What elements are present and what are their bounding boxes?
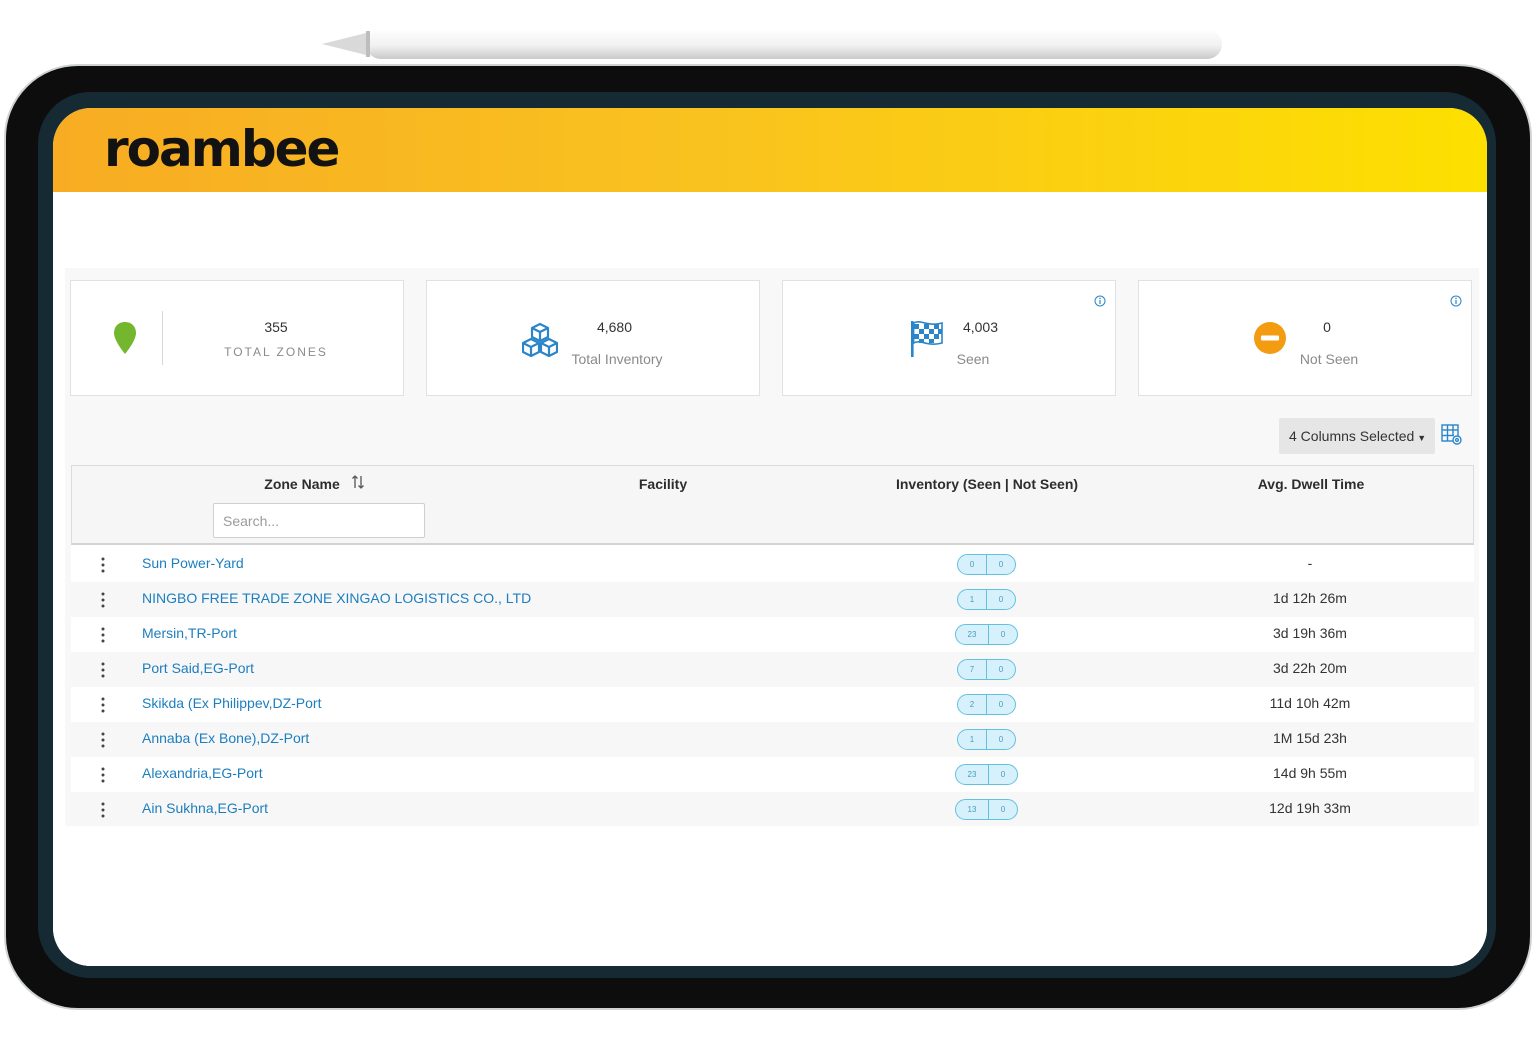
- not-seen-count: 0: [998, 735, 1004, 744]
- column-header-inventory[interactable]: Inventory (Seen | Not Seen): [872, 476, 1102, 492]
- avg-dwell-time: -: [1307, 555, 1313, 571]
- table-row[interactable]: Sun Power-Yard 00 -: [71, 547, 1474, 582]
- zone-name-link[interactable]: Sun Power-Yard: [142, 555, 244, 571]
- total-zones-label: TOTAL ZONES: [224, 345, 328, 359]
- more-options-icon[interactable]: [95, 766, 111, 784]
- zone-name-link[interactable]: Skikda (Ex Philippev,DZ-Port: [142, 695, 321, 711]
- app-header: roambee: [53, 108, 1487, 192]
- zone-search-input[interactable]: [213, 503, 425, 538]
- total-inventory-value: 4,680: [596, 319, 633, 335]
- zone-name-link[interactable]: Annaba (Ex Bone),DZ-Port: [142, 730, 309, 746]
- column-header-facility[interactable]: Facility: [590, 476, 736, 492]
- app-screen: roambee 355 TOTAL ZONES 4,680 Total Inve…: [53, 108, 1487, 966]
- more-options-icon[interactable]: [95, 696, 111, 714]
- inventory-pill: 00: [957, 554, 1016, 575]
- info-icon[interactable]: [1094, 295, 1106, 307]
- inventory-pill: 70: [957, 659, 1016, 680]
- table-header: Zone Name Facility Inventory (Seen | Not…: [71, 465, 1474, 545]
- not-seen-label: Not Seen: [1299, 351, 1359, 367]
- seen-count: 0: [958, 555, 987, 574]
- inventory-pill: 10: [957, 729, 1016, 750]
- stylus-pencil: [322, 29, 1222, 59]
- seen-value: 4,003: [962, 319, 999, 335]
- zone-name-link[interactable]: Port Said,EG-Port: [142, 660, 254, 676]
- map-pin-icon: [114, 322, 136, 354]
- table-row[interactable]: Port Said,EG-Port 70 3d 22h 20m: [71, 652, 1474, 687]
- table-settings-icon[interactable]: [1441, 424, 1463, 446]
- inventory-pill: 10: [957, 589, 1016, 610]
- not-seen-count: 0: [998, 560, 1004, 569]
- inventory-pill: 23 0: [955, 624, 1018, 645]
- seen-count: 1: [958, 590, 987, 609]
- empty-screen-area: [53, 826, 1487, 966]
- avg-dwell-time: 1d 12h 26m: [1273, 590, 1347, 606]
- seen-count: 23: [956, 765, 989, 784]
- boxes-icon: [522, 322, 558, 357]
- not-seen-count: 0: [1000, 805, 1006, 814]
- zone-name-link[interactable]: Mersin,TR-Port: [142, 625, 237, 641]
- avg-dwell-time: 11d 10h 42m: [1269, 695, 1351, 711]
- more-options-icon[interactable]: [95, 591, 111, 609]
- seen-label: Seen: [956, 351, 990, 367]
- table-row[interactable]: Skikda (Ex Philippev,DZ-Port 20 11d 10h …: [71, 687, 1474, 722]
- seen-count: 2: [958, 695, 987, 714]
- not-seen-count: 0: [998, 700, 1004, 709]
- inventory-pill: 13 0: [955, 799, 1018, 820]
- not-seen-count: 0: [998, 665, 1004, 674]
- more-options-icon[interactable]: [95, 661, 111, 679]
- avg-dwell-time: 3d 22h 20m: [1273, 660, 1347, 676]
- device-mockup: roambee 355 TOTAL ZONES 4,680 Total Inve…: [0, 0, 1536, 1038]
- seen-count: 13: [956, 800, 989, 819]
- seen-count: 1: [958, 730, 987, 749]
- not-seen-count: 0: [998, 595, 1004, 604]
- zone-name-link[interactable]: NINGBO FREE TRADE ZONE XINGAO LOGISTICS …: [142, 590, 531, 606]
- columns-selector-dropdown[interactable]: 4 Columns Selected ▼: [1279, 418, 1435, 454]
- inventory-pill: 23 0: [955, 764, 1018, 785]
- stat-card-total-zones: 355 TOTAL ZONES: [70, 280, 404, 396]
- total-zones-value: 355: [264, 319, 288, 335]
- not-seen-count: 0: [1000, 770, 1006, 779]
- column-header-avg-dwell-time[interactable]: Avg. Dwell Time: [1208, 476, 1414, 492]
- zone-name-link[interactable]: Ain Sukhna,EG-Port: [142, 800, 268, 816]
- seen-count: 7: [958, 660, 987, 679]
- more-options-icon[interactable]: [95, 801, 111, 819]
- card-divider: [162, 311, 163, 365]
- not-seen-count: 0: [1000, 630, 1006, 639]
- more-options-icon[interactable]: [95, 626, 111, 644]
- stat-card-total-inventory: 4,680 Total Inventory: [426, 280, 760, 396]
- avg-dwell-time: 1M 15d 23h: [1273, 730, 1347, 746]
- chevron-down-icon: ▼: [1417, 433, 1427, 443]
- checkered-flag-icon: [911, 321, 943, 357]
- avg-dwell-time: 14d 9h 55m: [1273, 765, 1347, 781]
- table-row[interactable]: NINGBO FREE TRADE ZONE XINGAO LOGISTICS …: [71, 582, 1474, 617]
- more-options-icon[interactable]: [95, 556, 111, 574]
- total-inventory-label: Total Inventory: [571, 351, 663, 367]
- table-row[interactable]: Alexandria,EG-Port 23 0 14d 9h 55m: [71, 757, 1474, 792]
- avg-dwell-time: 12d 19h 33m: [1269, 800, 1351, 816]
- table-row[interactable]: Ain Sukhna,EG-Port 13 0 12d 19h 33m: [71, 792, 1474, 827]
- not-seen-value: 0: [1323, 319, 1331, 335]
- table-row[interactable]: Annaba (Ex Bone),DZ-Port 10 1M 15d 23h: [71, 722, 1474, 757]
- table-row[interactable]: Mersin,TR-Port 23 0 3d 19h 36m: [71, 617, 1474, 652]
- stat-card-not-seen: 0 Not Seen: [1138, 280, 1472, 396]
- avg-dwell-time: 3d 19h 36m: [1273, 625, 1347, 641]
- columns-selector-label: 4 Columns Selected: [1289, 428, 1415, 444]
- stat-card-seen: 4,003 Seen: [782, 280, 1116, 396]
- more-options-icon[interactable]: [95, 731, 111, 749]
- seen-count: 23: [956, 625, 989, 644]
- minus-circle-icon: [1254, 322, 1286, 354]
- info-icon[interactable]: [1450, 295, 1462, 307]
- zone-name-link[interactable]: Alexandria,EG-Port: [142, 765, 263, 781]
- inventory-pill: 20: [957, 694, 1016, 715]
- sort-icon[interactable]: [351, 474, 365, 490]
- column-header-zone-name[interactable]: Zone Name: [252, 476, 352, 492]
- brand-logo[interactable]: roambee: [104, 120, 340, 178]
